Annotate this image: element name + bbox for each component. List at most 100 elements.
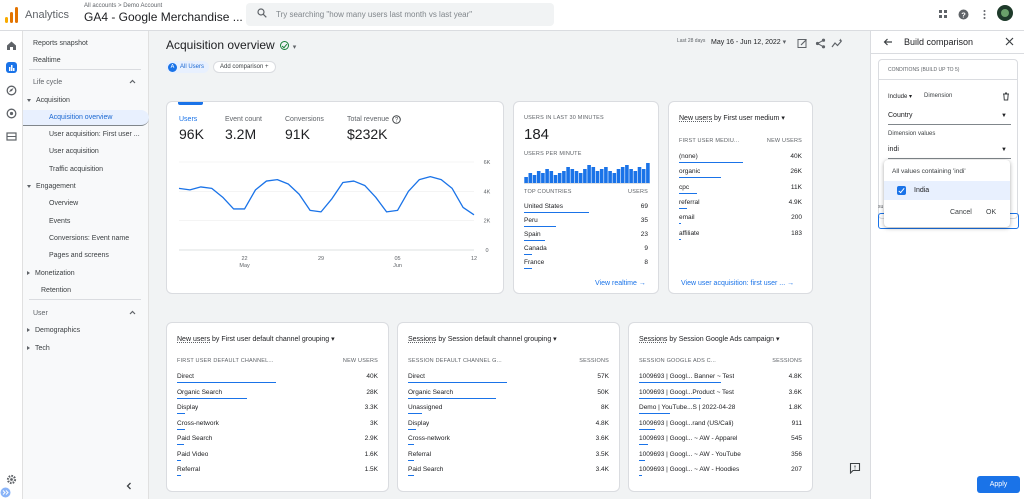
card-title[interactable]: Sessions by Session Google Ads campaign … xyxy=(639,335,780,343)
table-row[interactable]: Display 4.8K xyxy=(398,420,619,435)
minute-bar[interactable] xyxy=(625,165,629,183)
dimension-values-input[interactable]: indi ▼ xyxy=(888,143,1011,159)
minute-bar[interactable] xyxy=(608,171,612,183)
table-row[interactable]: Paid Search 2.9K xyxy=(167,435,388,450)
card-title[interactable]: New users by First user default channel … xyxy=(177,335,335,343)
settings-gear-icon[interactable] xyxy=(6,474,17,485)
nav-item[interactable]: Events xyxy=(23,214,149,230)
table-row[interactable]: cpc 11K xyxy=(669,184,812,199)
table-row[interactable]: Spain 23 xyxy=(514,231,658,246)
all-values-option[interactable]: All values containing 'indi' xyxy=(892,168,966,175)
expand-arrows-icon[interactable] xyxy=(0,487,11,498)
nav-item[interactable]: Monetization xyxy=(23,266,149,282)
advertising-icon[interactable] xyxy=(6,108,17,119)
minute-bar[interactable] xyxy=(595,171,600,183)
table-row[interactable]: Cross-network 3.6K xyxy=(398,435,619,450)
minute-bar[interactable] xyxy=(562,171,566,183)
table-row[interactable]: 1009693 | Googl...Product ~ Test 3.6K xyxy=(629,389,812,404)
nav-item[interactable]: Engagement xyxy=(23,179,149,195)
comparison-chip-all-users[interactable]: A All Users xyxy=(166,61,210,73)
analytics-logo-icon[interactable] xyxy=(5,7,19,23)
minute-bar[interactable] xyxy=(616,169,621,183)
users-series-line[interactable] xyxy=(178,176,475,216)
explore-icon[interactable] xyxy=(6,85,17,96)
minute-bar[interactable] xyxy=(646,163,650,183)
avatar[interactable] xyxy=(997,5,1013,21)
minute-bar[interactable] xyxy=(570,169,575,183)
configure-icon[interactable] xyxy=(6,131,17,142)
table-row[interactable]: Canada 9 xyxy=(514,245,658,260)
minute-bar[interactable] xyxy=(629,169,633,183)
table-row[interactable]: Peru 35 xyxy=(514,217,658,232)
table-row[interactable]: (none) 40K xyxy=(669,153,812,168)
table-row[interactable]: Paid Search 3.4K xyxy=(398,466,619,481)
dimension-select[interactable]: Country ▼ xyxy=(888,109,1011,125)
minute-bar[interactable] xyxy=(524,177,528,183)
customize-report-icon[interactable] xyxy=(797,38,808,49)
nav-item[interactable]: User acquisition xyxy=(23,144,149,160)
nav-section-header[interactable]: Life cycle xyxy=(23,75,149,91)
nav-item[interactable]: Acquisition xyxy=(23,93,149,109)
table-row[interactable]: Cross-network 3K xyxy=(167,420,388,435)
view-realtime-link[interactable]: View realtime → xyxy=(595,280,646,287)
minute-bar[interactable] xyxy=(566,167,570,183)
nav-item[interactable]: Overview xyxy=(23,196,149,212)
minute-bar[interactable] xyxy=(641,169,646,183)
delete-icon[interactable] xyxy=(1002,92,1010,101)
help-icon[interactable]: ? xyxy=(958,9,969,20)
table-row[interactable]: Direct 40K xyxy=(167,373,388,388)
table-row[interactable]: Organic Search 50K xyxy=(398,389,619,404)
minute-bar[interactable] xyxy=(549,171,554,183)
checkbox-india[interactable] xyxy=(897,186,906,195)
back-arrow-icon[interactable] xyxy=(883,37,893,47)
insights-icon[interactable] xyxy=(831,38,843,49)
table-row[interactable]: affiliate 183 xyxy=(669,230,812,245)
nav-item[interactable]: Reports snapshot xyxy=(23,36,149,52)
cancel-button[interactable]: Cancel xyxy=(950,209,972,216)
nav-item[interactable]: User acquisition: First user ... xyxy=(23,127,149,143)
nav-item[interactable]: Retention xyxy=(23,283,149,299)
table-row[interactable]: 1009693 | Googl...rand (US/Cali) 911 xyxy=(629,420,812,435)
table-row[interactable]: United States 69 xyxy=(514,203,658,218)
table-row[interactable]: organic 26K xyxy=(669,168,812,183)
date-range-selector[interactable]: May 16 - Jun 12, 2022 ▾ xyxy=(711,38,786,46)
view-user-acquisition-link[interactable]: View user acquisition: first user ... → xyxy=(681,280,794,287)
minute-bar[interactable] xyxy=(591,167,596,183)
minute-bar[interactable] xyxy=(574,171,579,183)
nav-item[interactable]: Traffic acquisition xyxy=(23,162,149,178)
table-row[interactable]: email 200 xyxy=(669,214,812,229)
table-row[interactable]: Display 3.3K xyxy=(167,404,388,419)
table-row[interactable]: referral 4.9K xyxy=(669,199,812,214)
minute-bar[interactable] xyxy=(528,173,533,183)
minute-bar[interactable] xyxy=(536,171,541,183)
nav-item[interactable]: Realtime xyxy=(23,53,149,69)
search-bar[interactable]: Try searching "how many users last month… xyxy=(246,3,554,26)
minute-bar[interactable] xyxy=(578,173,583,183)
minute-bar[interactable] xyxy=(541,173,545,183)
more-vert-icon[interactable] xyxy=(979,9,990,20)
table-row[interactable]: Unassigned 8K xyxy=(398,404,619,419)
table-row[interactable]: 1009693 | Googl... ~ AW - YouTube 356 xyxy=(629,451,812,466)
table-row[interactable]: Demo | YouTube...S | 2022-04-28 1.8K xyxy=(629,404,812,419)
minute-bar[interactable] xyxy=(620,167,625,183)
close-icon[interactable] xyxy=(1005,37,1014,46)
minute-bar[interactable] xyxy=(612,173,617,183)
feedback-icon[interactable] xyxy=(849,462,861,474)
nav-section-header[interactable]: User xyxy=(23,306,149,322)
share-icon[interactable] xyxy=(815,38,826,49)
nav-item[interactable]: Acquisition overview xyxy=(23,110,149,126)
title-menu-icon[interactable]: ▾ xyxy=(293,44,297,51)
nav-item[interactable]: Demographics xyxy=(23,323,149,339)
nav-item[interactable]: Pages and screens xyxy=(23,248,149,264)
account-selector[interactable]: All accounts > Demo Account GA4 - Google… xyxy=(84,3,253,24)
nav-item[interactable]: Conversions: Event name xyxy=(23,231,149,247)
table-row[interactable]: Direct 57K xyxy=(398,373,619,388)
apply-button[interactable]: Apply xyxy=(977,476,1020,493)
minute-bar[interactable] xyxy=(583,169,587,183)
minute-bar[interactable] xyxy=(532,175,537,183)
help-outline-icon[interactable]: ? xyxy=(392,115,401,124)
ok-button[interactable]: OK xyxy=(986,209,996,216)
minute-bar[interactable] xyxy=(637,167,642,183)
nav-item[interactable]: Tech xyxy=(23,341,149,357)
minute-bar[interactable] xyxy=(545,169,549,183)
